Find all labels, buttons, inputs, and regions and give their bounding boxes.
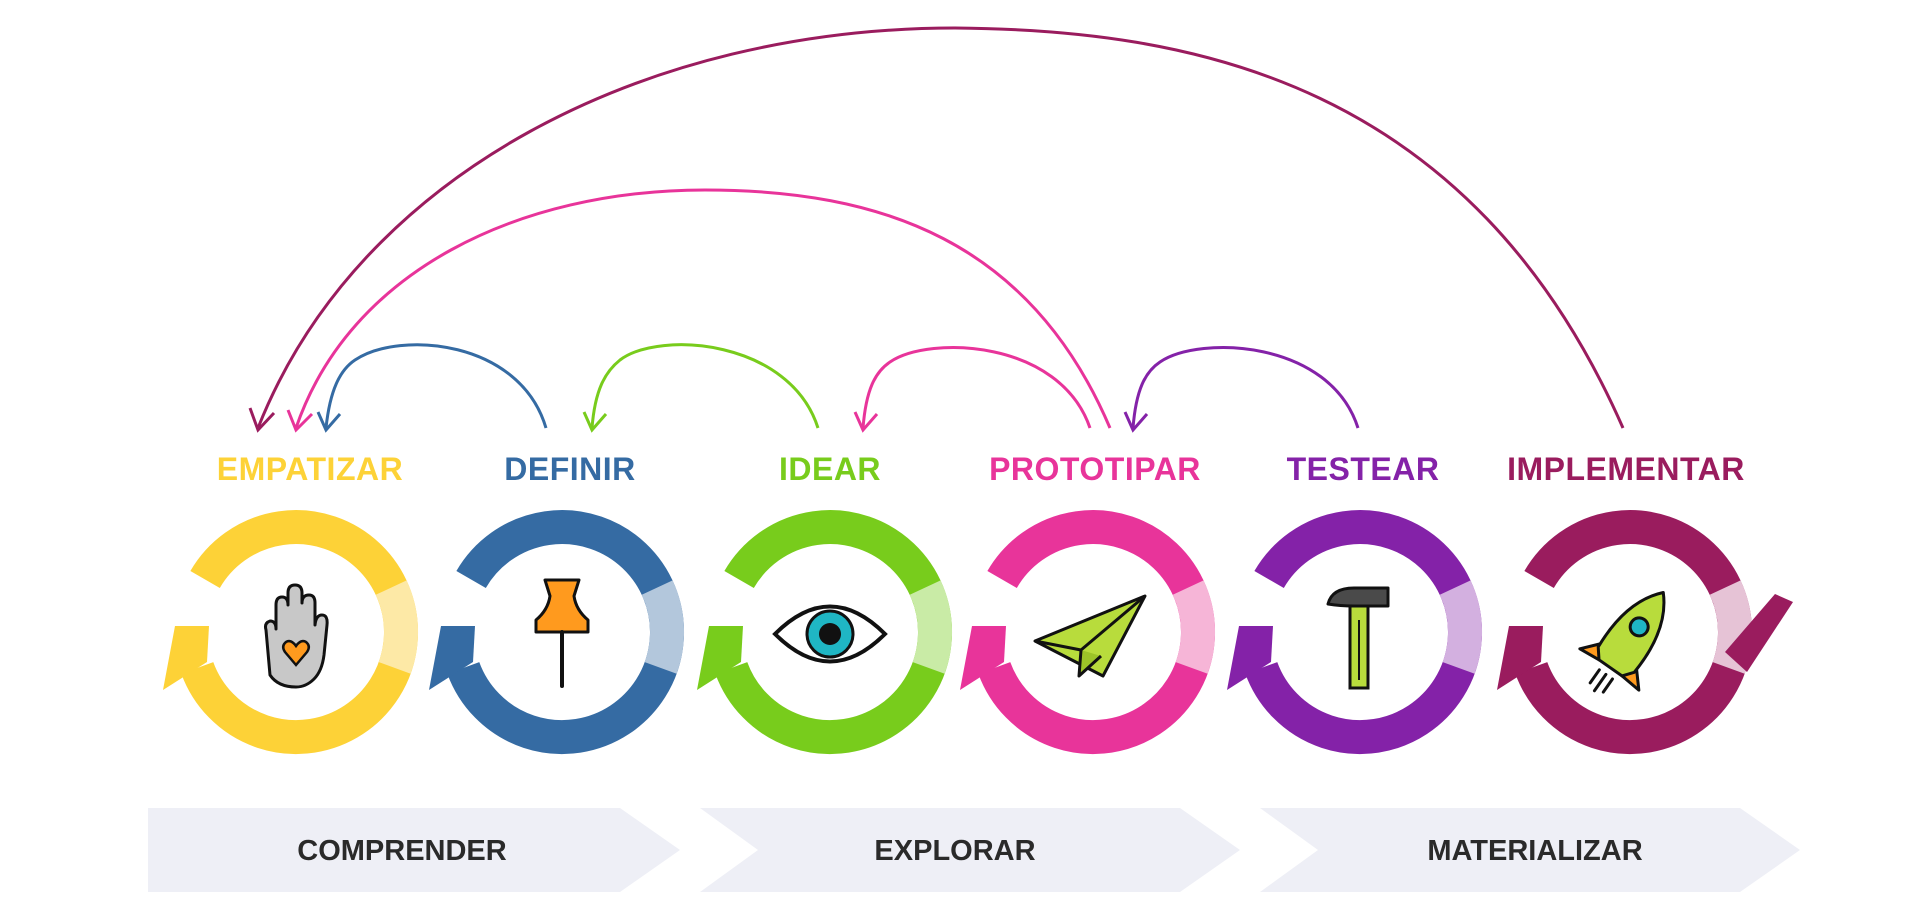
hand-heart-icon	[264, 583, 329, 689]
arrow-idear-to-definir	[590, 343, 820, 429]
phase-label-materializar: MATERIALIZAR	[1427, 835, 1642, 867]
arrow-definir-to-empatizar	[324, 343, 548, 429]
arrow-testear-to-prototipar-head	[1123, 411, 1149, 433]
stage-rings	[163, 510, 1793, 755]
arrow-idear-to-definir-head	[582, 411, 608, 433]
stage-labels: EMPATIZAR DEFINIR IDEAR PROTOTIPAR TESTE…	[217, 451, 1745, 487]
rocket-icon	[1578, 590, 1666, 694]
hammer-icon	[1326, 586, 1390, 690]
label-definir: DEFINIR	[504, 451, 636, 487]
ring-highlight-prototipar	[1172, 580, 1215, 674]
ring-highlight-definir	[641, 580, 684, 674]
phase-label-comprender: COMPRENDER	[297, 835, 507, 867]
paper-plane-icon	[1033, 594, 1147, 678]
label-testear: TESTEAR	[1287, 451, 1440, 487]
arrow-prototipar-to-idear-head	[853, 411, 879, 433]
label-implementar: IMPLEMENTAR	[1507, 451, 1745, 487]
ring-testear	[1227, 510, 1482, 755]
arrow-prototipar-to-empatizar	[294, 188, 1112, 429]
label-prototipar: PROTOTIPAR	[989, 451, 1201, 487]
ring-highlight-testear	[1439, 580, 1482, 674]
arrow-testear-to-prototipar	[1131, 346, 1360, 429]
arrow-prototipar-to-idear	[861, 346, 1092, 429]
design-thinking-diagram: EMPATIZAR DEFINIR IDEAR PROTOTIPAR TESTE…	[148, 26, 1800, 892]
label-idear: IDEAR	[779, 451, 881, 487]
label-empatizar: EMPATIZAR	[217, 451, 403, 487]
phase-bar: COMPRENDER EXPLORAR MATERIALIZAR	[148, 808, 1800, 892]
phase-label-explorar: EXPLORAR	[874, 835, 1035, 867]
eye-icon	[772, 604, 888, 664]
feedback-arrows	[248, 26, 1625, 433]
pushpin-icon	[534, 578, 590, 688]
ring-highlight-empatizar	[375, 580, 418, 674]
ring-highlight-idear	[909, 580, 952, 674]
arrow-implementar-to-empatizar	[256, 26, 1625, 429]
